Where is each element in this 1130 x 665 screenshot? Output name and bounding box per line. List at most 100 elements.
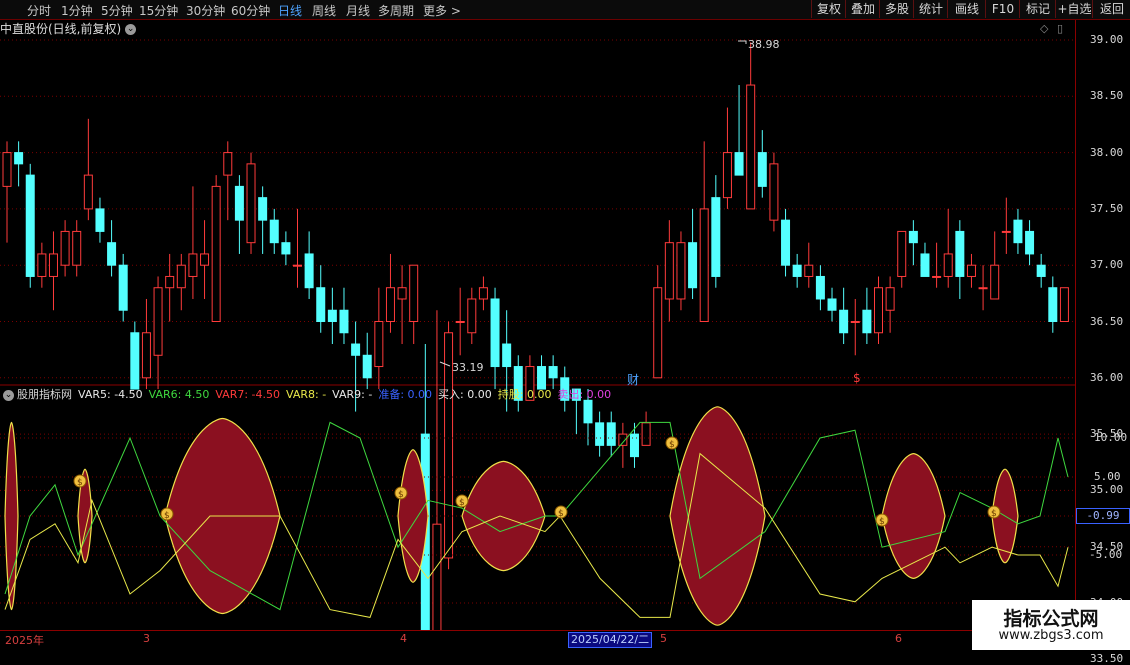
high-price-label: 38.98	[748, 38, 780, 51]
candle-body	[583, 399, 593, 424]
indicator-lens	[669, 406, 766, 626]
svg-text:$: $	[669, 440, 675, 450]
money-bag-icon: $	[554, 505, 568, 519]
toolbar-button[interactable]: 复权	[811, 0, 846, 18]
toolbar: 分时 1分钟 5分钟 15分钟 30分钟 60分钟 日线 周线 月线 多周期 更多 > 复权 叠加 多股…	[0, 0, 1130, 20]
candle-body	[757, 152, 767, 187]
candle-body	[885, 287, 895, 311]
candle-body	[827, 298, 837, 311]
candle-body	[641, 422, 651, 446]
toolbar-button[interactable]: 返回	[1092, 0, 1130, 18]
price-tick-label: 36.00	[1090, 370, 1124, 384]
candle-body	[943, 253, 953, 277]
indicator-legend-item: VAR7: -4.50	[215, 388, 280, 401]
candle-body	[920, 253, 930, 277]
candle-body	[327, 309, 337, 322]
tab-timeframe[interactable]: 1分钟	[61, 2, 93, 19]
candle-body	[467, 298, 477, 334]
svg-text:$: $	[459, 498, 465, 508]
candle-body	[722, 152, 732, 199]
candle-body	[653, 287, 663, 379]
toolbar-button[interactable]: F10	[985, 0, 1020, 18]
candle-body	[664, 242, 674, 300]
candle-body	[978, 287, 988, 290]
candle-body	[746, 84, 756, 210]
tab-timeframe[interactable]: 分时	[27, 2, 51, 19]
svg-text:$: $	[558, 509, 564, 519]
price-tick-label: 33.50	[1090, 652, 1124, 665]
candle-body	[2, 152, 12, 187]
price-tick-label: 38.00	[1090, 145, 1124, 159]
candle-body	[316, 287, 326, 322]
candle-body	[385, 287, 395, 322]
tab-timeframe[interactable]: 更多 >	[423, 2, 461, 19]
tab-timeframe[interactable]: 60分钟	[231, 2, 270, 19]
indicator-legend-item: VAR9: -	[332, 388, 373, 401]
watermark-url: www.zbgs3.com	[998, 628, 1104, 643]
candle-body	[188, 253, 198, 277]
candle-body	[490, 298, 500, 368]
candle-body	[966, 264, 976, 277]
tab-timeframe[interactable]: 15分钟	[139, 2, 178, 19]
indicator-legend-item: 准备: 0.00	[378, 388, 433, 401]
toolbar-button[interactable]: +自选	[1055, 0, 1093, 18]
tab-timeframe[interactable]: 周线	[312, 2, 336, 19]
toolbar-button[interactable]: 叠加	[845, 0, 880, 18]
current-value-tag: -0.99	[1076, 508, 1130, 524]
indicator-tick-label: 5.00	[1094, 470, 1121, 483]
date-tick-label: 4	[400, 632, 407, 645]
money-bag-icon: $	[665, 436, 679, 450]
indicator-legend-item: VAR5: -4.50	[78, 388, 143, 401]
date-tick-label: 2025年	[5, 634, 44, 647]
indicator-legend-item: VAR8: -	[286, 388, 327, 401]
tab-timeframe[interactable]: 5分钟	[101, 2, 133, 19]
selected-date-label: 2025/04/22/二	[568, 632, 653, 648]
candle-body	[269, 219, 279, 244]
chevron-down-icon[interactable]: ⌄	[3, 389, 14, 401]
candle-body	[409, 264, 419, 322]
indicator-legend-item: 买入: 0.00	[438, 388, 492, 401]
price-tick-label: 35.00	[1090, 483, 1124, 497]
dollar-marker[interactable]: $	[853, 371, 861, 385]
svg-text:$: $	[398, 490, 404, 500]
candle-body	[781, 219, 791, 266]
candle-body	[1013, 219, 1023, 244]
date-tick-label: 3	[143, 632, 150, 645]
indicator-legend-item: 卖出: 0.00	[557, 388, 612, 401]
indicator-legend-item: 持股: 0.00	[497, 388, 552, 401]
indicator-tick-label: 10.00	[1094, 431, 1128, 444]
toolbar-button[interactable]: 统计	[913, 0, 948, 18]
candle-body	[211, 185, 221, 322]
candle-body	[955, 230, 965, 277]
toolbar-button[interactable]: 画线	[947, 0, 986, 18]
kline-chart[interactable]: $ $ $ $ $ $ $ $	[0, 20, 1075, 630]
candle-body	[304, 253, 314, 289]
candle-body	[72, 230, 82, 266]
date-tick-label: 5	[660, 632, 667, 645]
candle-body	[804, 264, 814, 277]
candle-body	[397, 287, 407, 300]
indicator-lens	[881, 452, 946, 580]
candle-body	[897, 230, 907, 277]
toolbar-button[interactable]: 多股	[879, 0, 914, 18]
price-tick-label: 36.50	[1090, 314, 1124, 328]
price-tick-label: 38.50	[1090, 89, 1124, 103]
svg-text:$: $	[164, 511, 170, 521]
indicator-name: 股朋指标网	[17, 388, 72, 401]
tab-timeframe[interactable]: 多周期	[378, 2, 414, 19]
candle-body	[1048, 287, 1058, 322]
candle-body	[850, 321, 860, 323]
tab-timeframe[interactable]: 日线	[278, 2, 302, 19]
candle-body	[455, 321, 465, 323]
candle-body	[118, 264, 128, 311]
price-tick-label: 37.00	[1090, 258, 1124, 272]
candle-body	[141, 332, 151, 379]
candle-body	[281, 242, 291, 255]
tab-timeframe[interactable]: 30分钟	[186, 2, 225, 19]
finance-marker[interactable]: 财	[627, 371, 639, 388]
toolbar-button[interactable]: 标记	[1019, 0, 1056, 18]
svg-text:$: $	[991, 509, 997, 519]
candle-body	[362, 354, 372, 379]
tab-timeframe[interactable]: 月线	[346, 2, 370, 19]
candle-body	[908, 230, 918, 244]
